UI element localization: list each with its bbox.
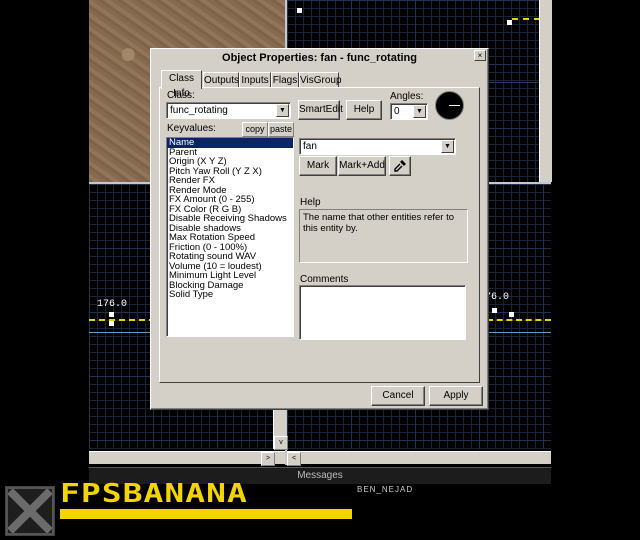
help-description: The name that other entities refer to th… — [303, 212, 455, 234]
eyedropper-icon — [394, 160, 406, 172]
vertex-handle[interactable] — [109, 321, 114, 326]
angles-combobox[interactable]: 0 ▼ — [390, 103, 428, 120]
angles-value: 0 — [394, 106, 400, 117]
dimension-label: 176.0 — [97, 299, 128, 310]
tab-visgroup[interactable]: VisGroup — [299, 72, 342, 88]
scroll-left-button[interactable]: < — [287, 452, 301, 466]
close-button[interactable]: × — [474, 50, 486, 61]
angle-dial-widget[interactable] — [435, 91, 464, 120]
tab-flags[interactable]: Flags — [271, 72, 299, 88]
class-combobox[interactable]: func_rotating ▼ — [166, 102, 291, 119]
x-emblem-icon — [6, 487, 54, 535]
logo-wordmark: FPSBANANA — [60, 477, 248, 509]
dialog-title[interactable]: Object Properties: fan - func_rotating — [153, 51, 486, 65]
vertex-handle[interactable] — [507, 20, 512, 25]
object-properties-dialog: Object Properties: fan - func_rotating ×… — [150, 48, 489, 410]
logo-author: BEN_NEJAD — [357, 485, 414, 494]
tab-inputs[interactable]: Inputs — [239, 72, 271, 88]
tab-outputs[interactable]: Outputs — [203, 72, 239, 88]
vertex-handle[interactable] — [297, 8, 302, 13]
value-field-text[interactable]: fan — [303, 139, 317, 154]
comments-label: Comments — [300, 274, 349, 285]
class-value: func_rotating — [170, 105, 228, 116]
vertex-handle[interactable] — [492, 308, 497, 313]
selection-outline — [487, 319, 551, 321]
chevron-down-icon[interactable]: ▼ — [413, 105, 426, 118]
value-combobox[interactable]: fan ▼ — [299, 138, 456, 155]
help-text-box: The name that other entities refer to th… — [299, 209, 468, 263]
chevron-down-icon[interactable]: ▼ — [276, 104, 289, 117]
class-info-panel: Class: func_rotating ▼ SmartEdit Help An… — [159, 87, 480, 383]
mark-add-button[interactable]: Mark+Add — [338, 156, 386, 176]
keyvalue-item[interactable]: Solid Type — [167, 290, 293, 300]
cancel-button[interactable]: Cancel — [371, 386, 425, 406]
eyedropper-button[interactable] — [389, 156, 411, 176]
copy-button[interactable]: copy — [242, 122, 268, 137]
scroll-down-button[interactable]: v — [274, 436, 288, 450]
logo-emblem — [5, 486, 55, 536]
horizontal-scrollbar[interactable]: < — [287, 451, 551, 466]
smartedit-button[interactable]: SmartEdit — [298, 100, 343, 120]
help-section-label: Help — [300, 197, 321, 208]
keyvalues-label: Keyvalues: — [167, 123, 216, 134]
tab-class-info[interactable]: Class Info — [161, 70, 202, 99]
apply-button[interactable]: Apply — [429, 386, 483, 406]
mark-button[interactable]: Mark — [299, 156, 337, 176]
chevron-down-icon[interactable]: ▼ — [441, 140, 454, 153]
logo-underline — [60, 509, 352, 519]
help-button[interactable]: Help — [346, 100, 382, 120]
paste-button[interactable]: paste — [268, 122, 294, 137]
vertex-handle[interactable] — [109, 312, 114, 317]
comments-textarea[interactable] — [299, 285, 466, 340]
keyvalues-list[interactable]: Name Parent Origin (X Y Z) Pitch Yaw Roll (… — [166, 137, 294, 337]
angles-label: Angles: — [390, 91, 424, 102]
scroll-right-button[interactable]: > — [261, 452, 275, 466]
horizontal-scrollbar[interactable]: > — [89, 451, 285, 466]
vertex-handle[interactable] — [509, 312, 514, 317]
vertical-scrollbar[interactable] — [539, 0, 552, 182]
